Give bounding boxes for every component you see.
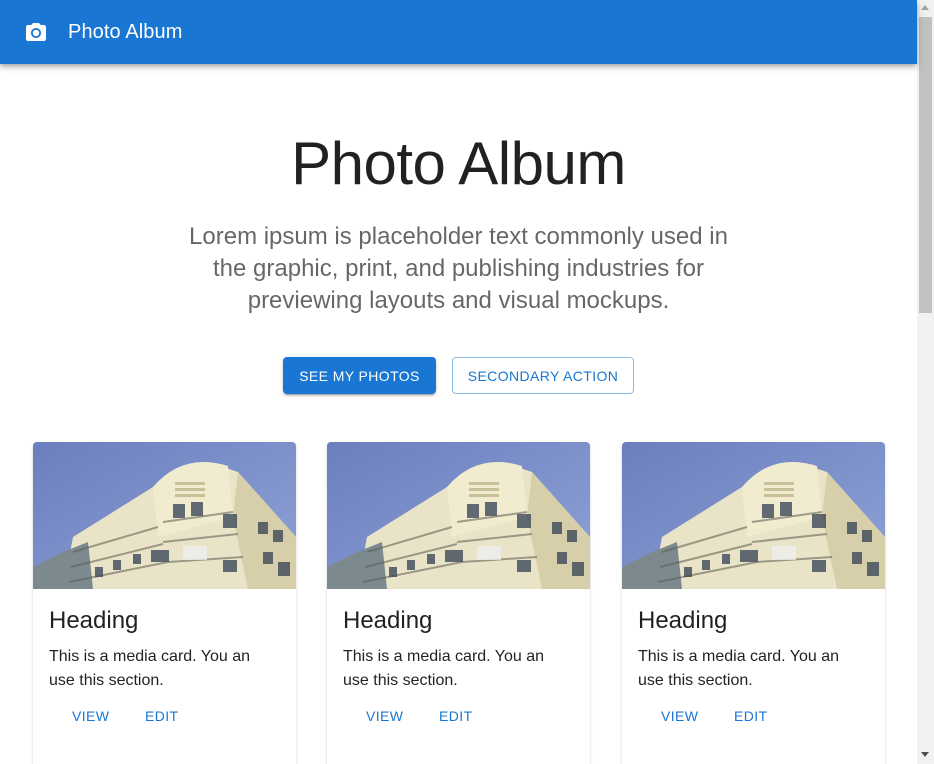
- view-button[interactable]: View: [72, 704, 109, 728]
- see-my-photos-button[interactable]: See my photos: [283, 357, 436, 394]
- card-body: This is a media card. You an use this se…: [638, 648, 840, 689]
- vertical-scrollbar[interactable]: [917, 0, 934, 764]
- building-photo: [327, 442, 590, 589]
- media-card: Heading This is a media card. You an use…: [622, 442, 885, 764]
- secondary-action-button[interactable]: Secondary action: [452, 357, 634, 394]
- page-title: Photo Album: [291, 130, 626, 197]
- scroll-down-arrow-icon[interactable]: [921, 752, 929, 757]
- camera-icon: [26, 23, 46, 41]
- view-button[interactable]: View: [366, 704, 403, 728]
- card-heading: Heading: [343, 607, 433, 634]
- scrollbar-thumb[interactable]: [919, 17, 932, 313]
- building-photo: [33, 442, 296, 589]
- hero-description: Lorem ipsum is placeholder text commonly…: [189, 223, 728, 314]
- scroll-up-arrow-icon[interactable]: [921, 5, 929, 10]
- media-card: Heading This is a media card. You an use…: [327, 442, 590, 764]
- card-body: This is a media card. You an use this se…: [49, 648, 251, 689]
- building-photo: [622, 442, 885, 589]
- page: Photo Album Photo Album Lorem ipsum is p…: [0, 0, 934, 764]
- edit-button[interactable]: Edit: [439, 704, 473, 728]
- card-heading: Heading: [49, 607, 139, 634]
- media-card: Heading This is a media card. You an use…: [33, 442, 296, 764]
- edit-button[interactable]: Edit: [145, 704, 179, 728]
- card-body: This is a media card. You an use this se…: [343, 648, 545, 689]
- app-bar-title: Photo Album: [68, 21, 183, 43]
- edit-button[interactable]: Edit: [734, 704, 768, 728]
- app-bar: Photo Album: [0, 0, 917, 64]
- view-button[interactable]: View: [661, 704, 698, 728]
- card-heading: Heading: [638, 607, 728, 634]
